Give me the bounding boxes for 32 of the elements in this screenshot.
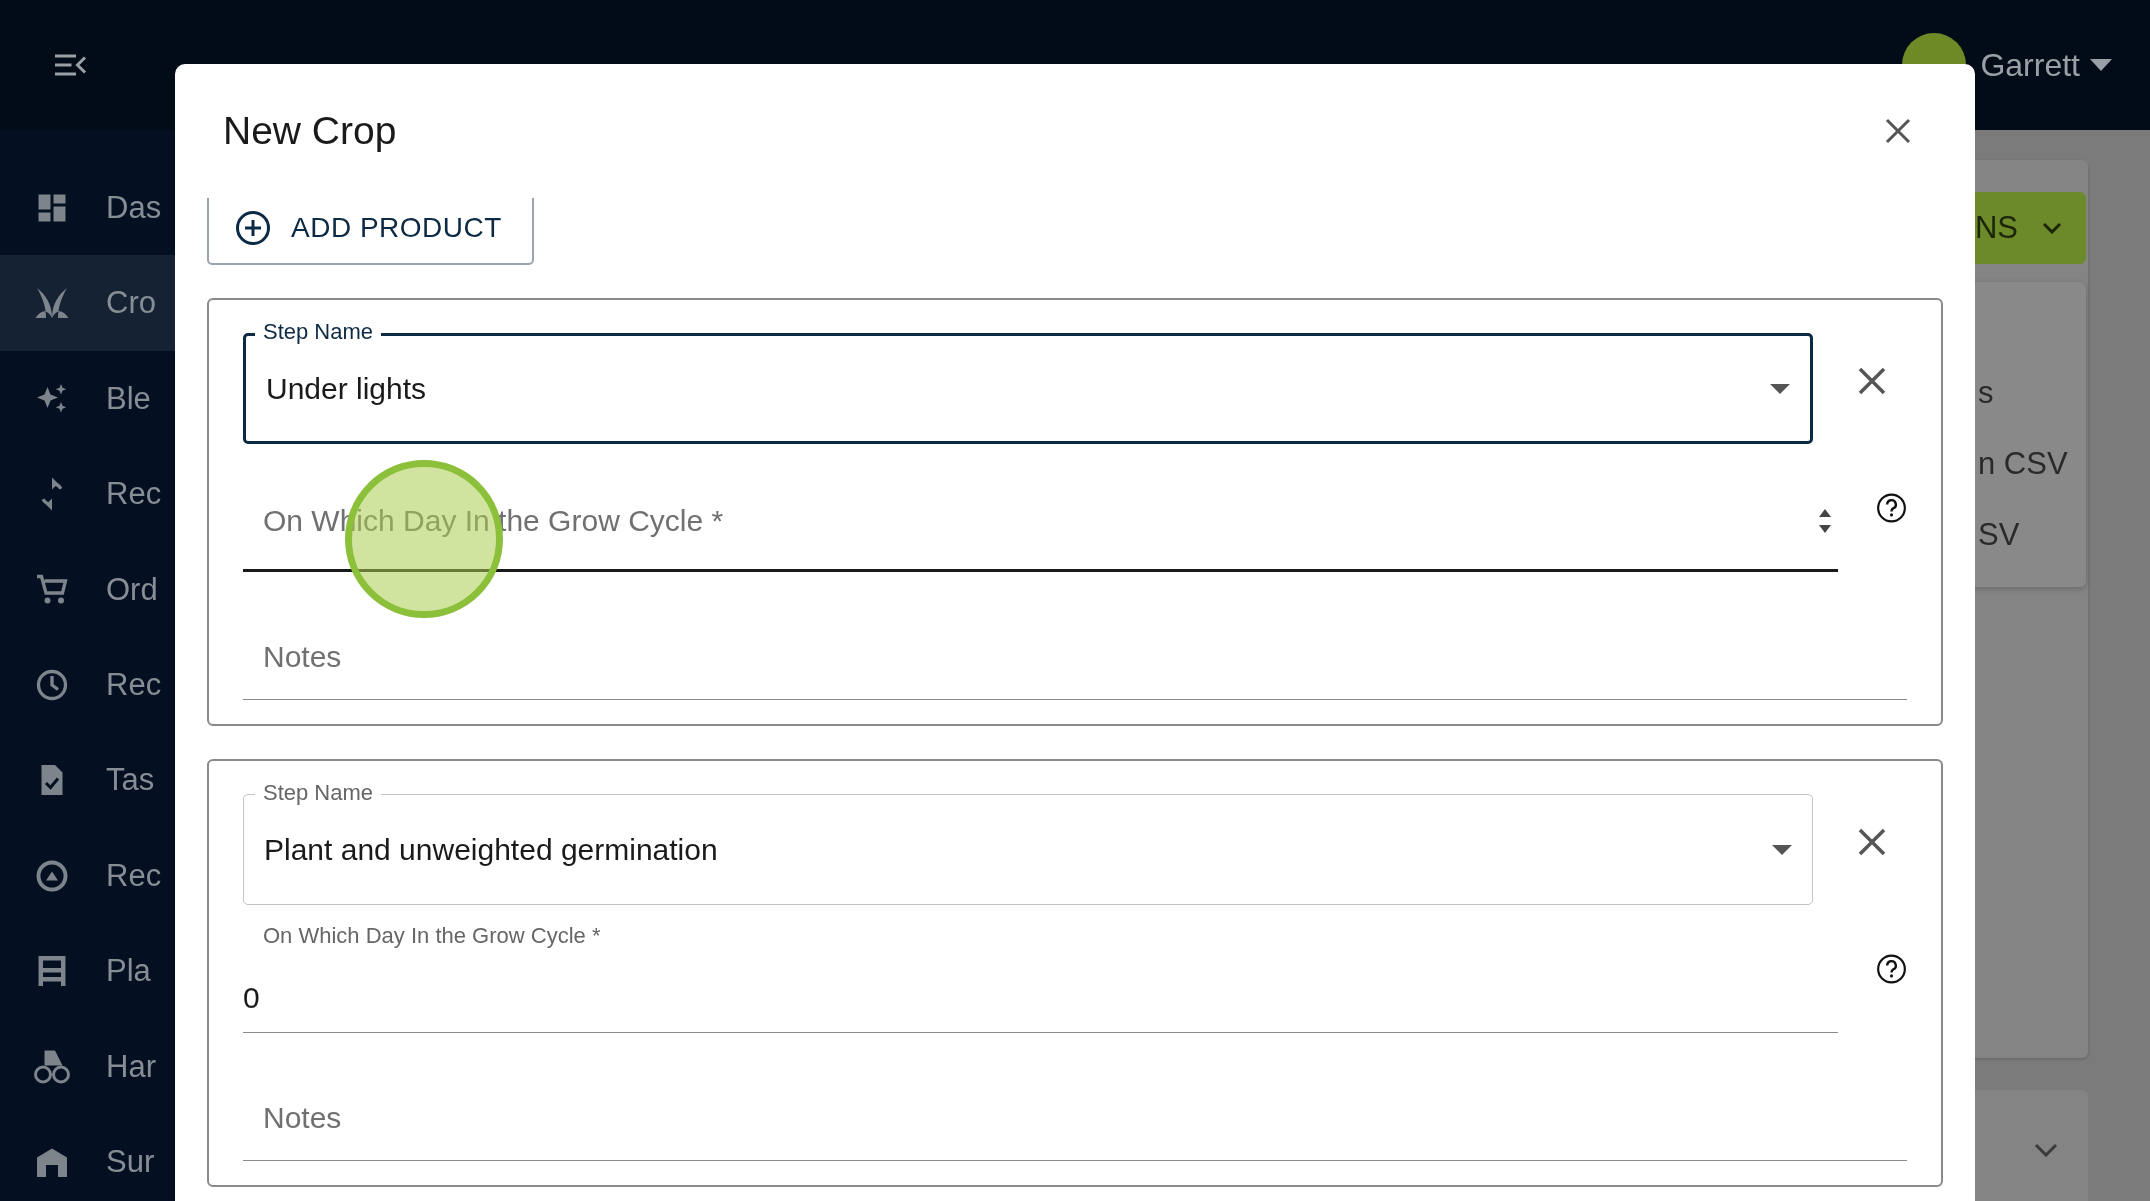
remove-step-icon[interactable]	[1857, 366, 1887, 396]
dropdown-arrow-icon	[1770, 383, 1790, 394]
sidebar-item[interactable]: Ble	[0, 350, 175, 447]
user-name[interactable]: Garrett	[1980, 46, 2080, 84]
menu-item[interactable]: SV	[1978, 514, 2086, 555]
nav-icon	[34, 667, 70, 703]
sidebar-item[interactable]: Das	[0, 160, 175, 256]
day-field[interactable]: On Which Day In the Grow Cycle *	[243, 444, 1838, 572]
notes-field[interactable]: Notes	[243, 1033, 1907, 1161]
menu-item[interactable]: n CSV	[1978, 443, 2086, 484]
notes-field[interactable]: Notes	[243, 572, 1907, 700]
menu-item[interactable]: s	[1978, 372, 2086, 413]
dropdown-arrow-icon	[1772, 844, 1792, 855]
add-product-button[interactable]: ADD PRODUCT	[207, 198, 534, 265]
sidebar-item[interactable]: Cro	[0, 255, 175, 351]
sidebar-item[interactable]: Tas	[0, 732, 175, 829]
chevron-icon[interactable]	[2034, 1143, 2058, 1157]
sidebar-item[interactable]: Rec	[0, 828, 175, 924]
sidebar-item[interactable]: Rec	[0, 446, 175, 542]
day-field[interactable]: On Which Day In the Grow Cycle * 0	[243, 905, 1838, 1033]
sidebar-item[interactable]: Ord	[0, 541, 175, 638]
chevron-icon	[2042, 222, 2062, 234]
caret-icon[interactable]	[2090, 59, 2112, 71]
sidebar-item[interactable]: Pla	[0, 923, 175, 1020]
sidebar-item[interactable]: Har	[0, 1019, 175, 1115]
sidebar-item[interactable]: Sur	[0, 1114, 175, 1201]
sidebar-item[interactable]: Rec	[0, 637, 175, 733]
remove-step-icon[interactable]	[1857, 827, 1887, 857]
dialog-title: New Crop	[223, 109, 397, 153]
add-circle-icon	[235, 209, 271, 246]
close-icon[interactable]	[1885, 118, 1911, 144]
nav-icon	[34, 1048, 70, 1085]
